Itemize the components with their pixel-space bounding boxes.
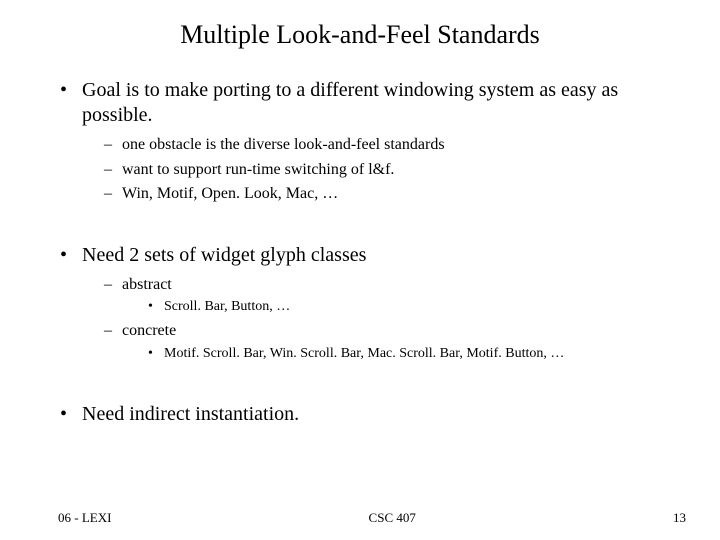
bullet-item: Goal is to make porting to a different w… xyxy=(60,78,680,205)
bullet-list: Need 2 sets of widget glyph classes abst… xyxy=(60,243,680,364)
sub-text: want to support run-time switching of l&… xyxy=(122,161,394,178)
subsub-list: Motif. Scroll. Bar, Win. Scroll. Bar, Ma… xyxy=(122,345,680,364)
slide-title: Multiple Look-and-Feel Standards xyxy=(0,0,720,64)
subsub-text: Scroll. Bar, Button, … xyxy=(164,299,290,314)
slide: Multiple Look-and-Feel Standards Goal is… xyxy=(0,0,720,540)
sub-item: concrete Motif. Scroll. Bar, Win. Scroll… xyxy=(104,320,680,363)
footer-center: CSC 407 xyxy=(369,510,416,526)
sub-text: abstract xyxy=(122,276,172,293)
sub-text: one obstacle is the diverse look-and-fee… xyxy=(122,136,445,153)
bullet-text: Need 2 sets of widget glyph classes xyxy=(82,244,366,266)
sub-item: want to support run-time switching of l&… xyxy=(104,159,680,181)
bullet-item: Need 2 sets of widget glyph classes abst… xyxy=(60,243,680,364)
sub-item: Win, Motif, Open. Look, Mac, … xyxy=(104,183,680,205)
subsub-item: Motif. Scroll. Bar, Win. Scroll. Bar, Ma… xyxy=(148,345,680,364)
sub-list: one obstacle is the diverse look-and-fee… xyxy=(82,134,680,205)
subsub-item: Scroll. Bar, Button, … xyxy=(148,298,680,317)
sub-list: abstract Scroll. Bar, Button, … concrete… xyxy=(82,274,680,364)
bullet-item: Need indirect instantiation. xyxy=(60,402,680,427)
bullet-list: Goal is to make porting to a different w… xyxy=(60,78,680,205)
subsub-text: Motif. Scroll. Bar, Win. Scroll. Bar, Ma… xyxy=(164,346,564,361)
bullet-text: Goal is to make porting to a different w… xyxy=(82,79,618,126)
subsub-list: Scroll. Bar, Button, … xyxy=(122,298,680,317)
footer-right: 13 xyxy=(673,510,686,526)
bullet-text: Need indirect instantiation. xyxy=(82,403,299,425)
footer-left: 06 - LEXI xyxy=(58,510,111,526)
sub-text: Win, Motif, Open. Look, Mac, … xyxy=(122,185,338,202)
spacer xyxy=(0,370,720,388)
sub-item: one obstacle is the diverse look-and-fee… xyxy=(104,134,680,156)
bullet-list: Need indirect instantiation. xyxy=(60,402,680,427)
sub-text: concrete xyxy=(122,322,176,339)
sub-item: abstract Scroll. Bar, Button, … xyxy=(104,274,680,317)
spacer xyxy=(0,211,720,229)
footer: 06 - LEXI CSC 407 13 xyxy=(0,510,720,526)
